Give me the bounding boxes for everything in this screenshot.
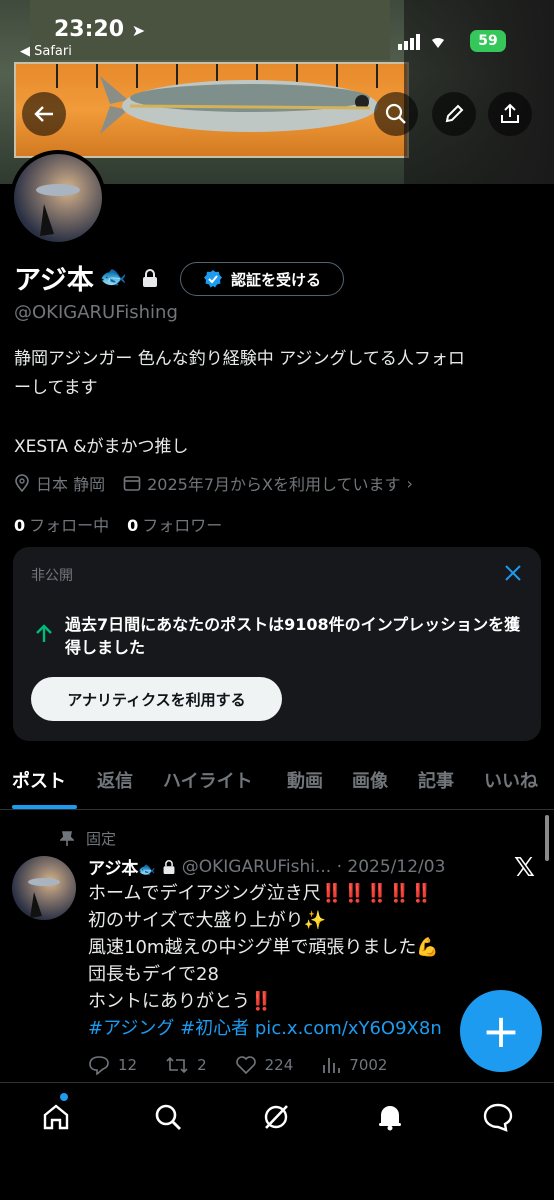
battery-indicator: 59 [470,30,506,52]
avatar-image [36,184,80,236]
back-button[interactable] [22,92,66,136]
bottom-nav [0,1082,554,1200]
follow-stats: 0 フォロー中 0 フォロワー [14,512,222,536]
arrow-left-icon [34,106,53,122]
get-verified-button[interactable]: 認証を受ける [180,262,344,296]
get-verified-label: 認証を受ける [230,270,321,289]
compose-post-button[interactable]: + [460,990,542,1072]
use-analytics-button[interactable]: アナリティクスを利用する [31,677,282,721]
tab-videos[interactable]: 動画 [287,767,323,793]
following-link[interactable]: 0 フォロー中 [14,512,109,536]
grok-icon [264,1105,288,1129]
back-to-safari[interactable]: ◀ Safari [20,44,72,59]
private-label: 非公開 [31,568,73,584]
nav-grok[interactable] [258,1099,294,1135]
post-header: アジ本🐟 @OKIGARUFishi... · 2025/12/03 [88,854,446,880]
post-avatar[interactable] [12,856,76,920]
profile-bio: 静岡アジンガー 色んな釣り経験中 アジングしてる人フォロ ーしてます [14,349,465,398]
tab-images[interactable]: 画像 [352,767,388,793]
verified-badge-icon [203,270,222,288]
impressions-message: 過去7日間にあなたのポストは9108件のインプレッションを獲得しました [65,615,521,657]
share-button[interactable] [488,92,532,136]
profile-avatar[interactable] [10,150,106,246]
nav-messages[interactable] [480,1099,516,1135]
analytics-card: 非公開 過去7日間にあなたのポストは9108件のインプレッションを獲得しました … [13,547,541,741]
edit-button[interactable] [432,92,476,136]
pencil-icon [445,104,464,123]
views-icon [323,1058,341,1073]
messages-icon [483,1103,513,1132]
tab-highlights[interactable]: ハイライト [163,767,253,793]
x-logo-icon: 𝕏 [514,853,535,883]
status-bar: 23:20 ➤ ◀ Safari 59 [0,0,554,70]
profile-handle: @OKIGARUFishing [14,302,178,323]
repost-icon [166,1056,188,1074]
profile-name: アジ本 🐟 [14,258,159,297]
profile-bio-line: XESTA &がまかつ推し [14,437,189,457]
like-button[interactable]: 224 [235,1055,293,1075]
nav-home[interactable] [38,1099,74,1135]
profile-tabs: ポスト 返信 ハイライト 動画 画像 記事 いいね [0,758,554,810]
signal-wifi-icon [398,34,444,50]
views-button[interactable]: 7002 [321,1055,387,1075]
post-author[interactable]: アジ本🐟 [88,854,156,879]
tab-articles[interactable]: 記事 [418,767,454,793]
banner-fish [100,76,378,134]
scrollbar[interactable] [545,815,549,861]
status-time: 23:20 ➤ [54,17,146,42]
share-icon [501,103,519,123]
lock-icon [163,859,175,874]
search-icon [155,1104,181,1130]
repost-button[interactable]: 2 [165,1055,207,1075]
calendar-icon [123,476,141,491]
post-avatar-image [28,878,60,918]
arrow-up-icon [36,624,52,642]
home-icon [43,1104,69,1130]
search-icon [385,103,406,124]
heart-icon [235,1056,256,1075]
reply-button[interactable]: 12 [88,1055,137,1075]
search-button[interactable] [374,92,418,136]
pinned-label: 固定 [60,828,116,849]
profile-meta: 日本 静岡 2025年7月からXを利用しています › [14,471,431,495]
reply-icon [89,1056,109,1075]
close-icon[interactable] [503,563,523,583]
tab-posts[interactable]: ポスト [12,767,66,793]
active-tab-indicator [12,805,77,809]
location-arrow-icon: ➤ [131,21,146,40]
joined-item[interactable]: 2025年7月からXを利用しています › [123,471,413,495]
post-actions: 12 2 224 7002 [88,1055,415,1075]
location-item: 日本 静岡 [14,471,105,495]
tab-likes[interactable]: いいね [484,767,538,793]
notification-dot [60,1093,68,1101]
nav-notifications[interactable] [372,1099,408,1135]
location-pin-icon [15,474,29,492]
tab-replies[interactable]: 返信 [97,767,133,793]
post-handle-date: @OKIGARUFishi... · 2025/12/03 [181,856,446,877]
bell-icon [379,1106,401,1131]
chevron-right-icon: › [406,473,413,493]
nav-search[interactable] [150,1099,186,1135]
pin-icon [60,830,74,846]
followers-link[interactable]: 0 フォロワー [127,512,222,536]
lock-icon [143,268,158,287]
